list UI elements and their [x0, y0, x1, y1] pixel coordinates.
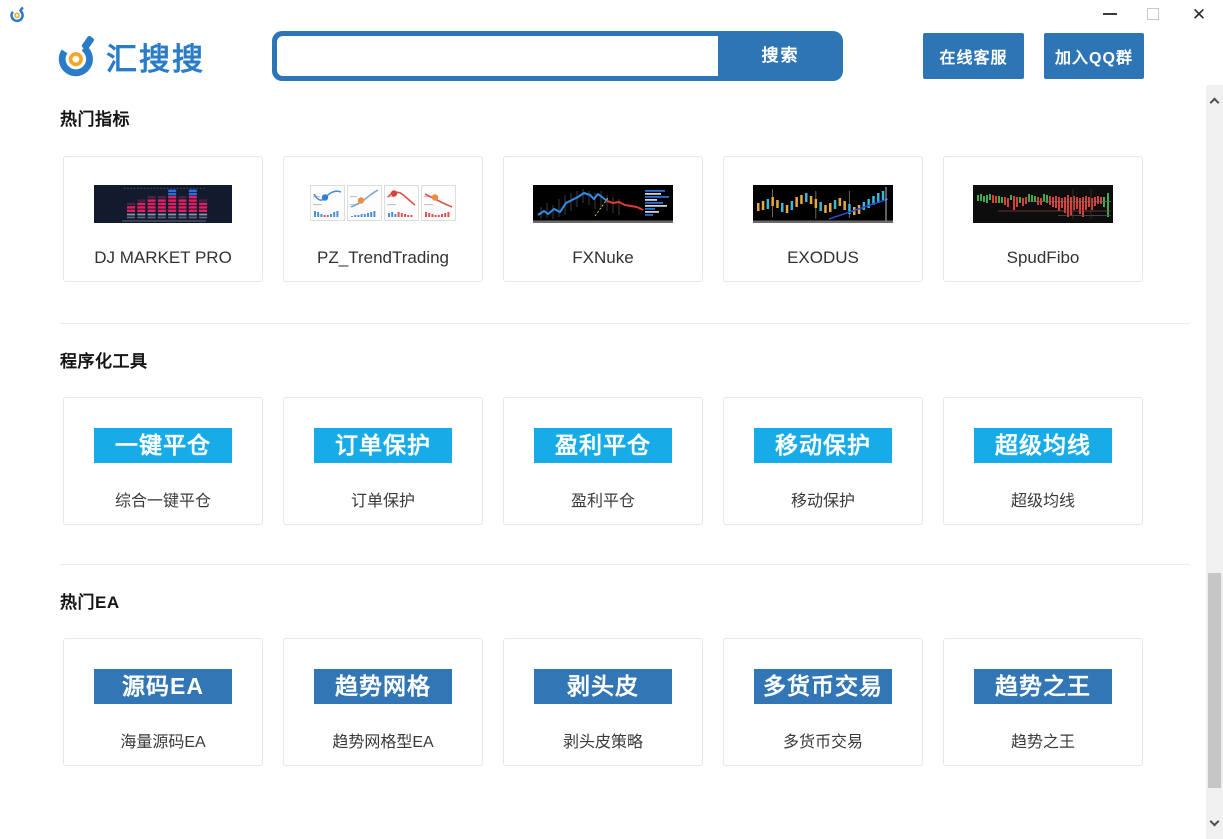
card-label: 移动保护	[724, 487, 922, 511]
section-title-hot-indicators: 热门指标	[60, 105, 130, 130]
card-label: PZ_TrendTrading	[284, 248, 482, 268]
app-logo-icon	[9, 6, 26, 23]
section-title-hot-ea: 热门EA	[60, 588, 120, 613]
card-label: 海量源码EA	[64, 728, 262, 752]
card-banner: 趋势之王	[974, 669, 1112, 704]
card-source-ea[interactable]: 源码EA 海量源码EA	[63, 638, 263, 766]
candlestick-trendline-thumbnail	[753, 185, 893, 223]
card-label: DJ MARKET PRO	[64, 248, 262, 268]
card-label: SpudFibo	[944, 248, 1142, 268]
card-banner: 剥头皮	[534, 669, 672, 704]
card-fxnuke[interactable]: FXNuke	[503, 156, 703, 282]
card-order-protect[interactable]: 订单保护 订单保护	[283, 397, 483, 525]
card-banner: 盈利平仓	[534, 428, 672, 463]
card-banner: 一键平仓	[94, 428, 232, 463]
card-profit-close[interactable]: 盈利平仓 盈利平仓	[503, 397, 703, 525]
card-label: 多货币交易	[724, 728, 922, 752]
minimize-icon	[1103, 13, 1117, 15]
card-spudfibo[interactable]: SpudFibo	[943, 156, 1143, 282]
card-label: 综合一键平仓	[64, 487, 262, 511]
card-label: 盈利平仓	[504, 487, 702, 511]
candlestick-fibonacci-thumbnail	[973, 185, 1113, 223]
join-qq-group-button[interactable]: 加入QQ群	[1044, 33, 1144, 79]
card-trend-king-ea[interactable]: 趋势之王 趋势之王	[943, 638, 1143, 766]
card-label: 趋势之王	[944, 728, 1142, 752]
minimize-button[interactable]	[1093, 0, 1127, 28]
scrollbar-thumb[interactable]	[1208, 573, 1221, 788]
card-pz-trendtrading[interactable]: PZ_TrendTrading	[283, 156, 483, 282]
card-exodus[interactable]: EXODUS	[723, 156, 923, 282]
currency-strength-meter-thumbnail	[94, 185, 232, 223]
card-super-ma[interactable]: 超级均线 超级均线	[943, 397, 1143, 525]
section-divider	[60, 564, 1190, 565]
section-title-program-tools: 程序化工具	[60, 347, 148, 372]
vertical-scrollbar[interactable]	[1206, 85, 1223, 839]
search-input[interactable]	[277, 36, 718, 76]
card-label: FXNuke	[504, 248, 702, 268]
card-label: 超级均线	[944, 487, 1142, 511]
card-trend-grid-ea[interactable]: 趋势网格 趋势网格型EA	[283, 638, 483, 766]
search-bar: 搜索	[272, 31, 843, 81]
chevron-down-icon[interactable]	[1210, 817, 1220, 827]
close-button[interactable]: ✕	[1182, 0, 1216, 28]
card-trailing-protect[interactable]: 移动保护 移动保护	[723, 397, 923, 525]
maximize-button[interactable]	[1136, 0, 1170, 28]
card-dj-market-pro[interactable]: DJ MARKET PRO	[63, 156, 263, 282]
logo-text: 汇搜搜	[106, 34, 205, 79]
title-bar: ✕	[0, 0, 1223, 28]
dark-line-chart-thumbnail	[533, 185, 673, 223]
card-scalping-ea[interactable]: 剥头皮 剥头皮策略	[503, 638, 703, 766]
search-button[interactable]: 搜索	[718, 31, 843, 81]
card-banner: 趋势网格	[314, 669, 452, 704]
close-icon: ✕	[1192, 6, 1206, 23]
card-label: 订单保护	[284, 487, 482, 511]
card-multi-currency-ea[interactable]: 多货币交易 多货币交易	[723, 638, 923, 766]
card-banner: 超级均线	[974, 428, 1112, 463]
card-banner: 多货币交易	[754, 669, 892, 704]
chevron-up-icon[interactable]	[1210, 98, 1220, 108]
card-one-click-close[interactable]: 一键平仓 综合一键平仓	[63, 397, 263, 525]
maximize-icon	[1147, 8, 1159, 20]
online-service-button[interactable]: 在线客服	[923, 33, 1024, 79]
card-label: 趋势网格型EA	[284, 728, 482, 752]
card-banner: 订单保护	[314, 428, 452, 463]
card-banner: 移动保护	[754, 428, 892, 463]
card-banner: 源码EA	[94, 669, 232, 704]
card-label: 剥头皮策略	[504, 728, 702, 752]
logo: 汇搜搜	[58, 33, 205, 79]
section-divider	[60, 323, 1190, 324]
app-window: ✕ 汇搜搜 搜索 在线客服 加入QQ群 热门指标	[0, 0, 1223, 839]
card-label: EXODUS	[724, 248, 922, 268]
trend-trading-panels-thumbnail	[310, 185, 456, 221]
bullseye-logo-icon	[58, 35, 100, 77]
